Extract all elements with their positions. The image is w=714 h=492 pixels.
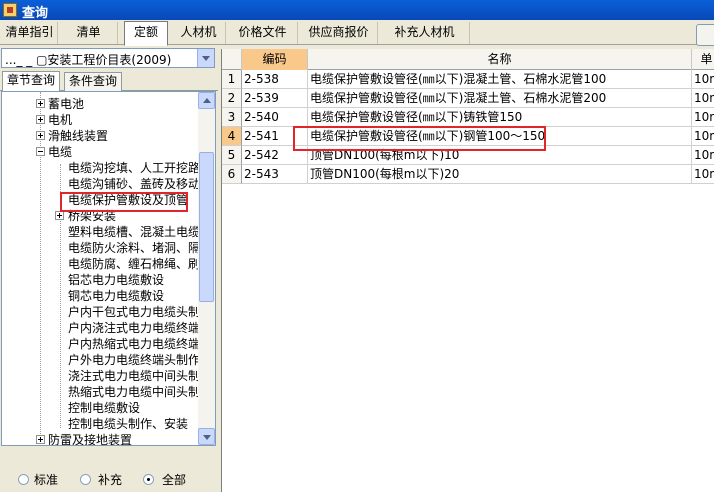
grid-header: 编码 名称 单 (222, 49, 714, 70)
tree-item-label: 电缆 (48, 145, 73, 159)
cell-code: 2-538 (242, 70, 308, 89)
tree-item[interactable]: 铜芯电力电缆敷设 (68, 288, 164, 304)
tab-bill[interactable]: 清单 (60, 22, 118, 44)
expand-icon[interactable] (36, 435, 45, 444)
cell-unit: 10m (692, 108, 714, 127)
chevron-down-icon[interactable] (197, 49, 214, 67)
tree-item[interactable]: 浇注式电力电缆中间头制 (68, 368, 200, 384)
cell-code: 2-540 (242, 108, 308, 127)
tree-item-label: 电机 (48, 113, 73, 127)
tab-chapter-query[interactable]: 章节查询 (2, 71, 61, 92)
scroll-thumb[interactable] (199, 152, 214, 302)
cell-unit: 10m (692, 127, 714, 146)
row-number: 1 (222, 70, 242, 89)
cell-unit: 10m (692, 89, 714, 108)
app-icon (3, 3, 17, 17)
collapse-icon[interactable] (36, 147, 45, 156)
row-number: 3 (222, 108, 242, 127)
header-unit[interactable]: 单 (692, 49, 714, 70)
tree-item[interactable]: 热缩式电力电缆中间头制 (68, 384, 200, 400)
annotation-highlight-box (60, 192, 188, 212)
cell-name: 电缆保护管敷设管径(㎜以下)铸铁管150 (308, 108, 692, 127)
library-select-value: ..._ _ ▢安装工程价目表(2009) (5, 53, 172, 67)
expand-icon[interactable] (36, 131, 45, 140)
cell-code: 2-539 (242, 89, 308, 108)
tab-condition-query[interactable]: 条件查询 (64, 72, 123, 91)
tree-item[interactable]: 户外电力电缆终端头制作 (68, 352, 200, 368)
library-select[interactable]: ..._ _ ▢安装工程价目表(2009) (1, 48, 215, 68)
row-number: 4 (222, 127, 242, 146)
cell-name: 电缆保护管敷设管径(㎜以下)混凝土管、石棉水泥管100 (308, 70, 692, 89)
radio-standard[interactable] (18, 474, 29, 485)
tree-item-label: 防雷及接地装置 (48, 433, 133, 446)
row-number: 5 (222, 146, 242, 165)
expand-icon[interactable] (55, 211, 64, 220)
tree-item[interactable]: 电缆沟铺砂、盖砖及移动 (68, 176, 200, 192)
chapter-tree: 蓄电池 电机 滑触线装置 电缆 电缆沟挖填、人工开挖路 电缆沟铺砂、盖砖及移动 … (1, 91, 216, 446)
radio-all[interactable] (143, 474, 154, 485)
row-number: 6 (222, 165, 242, 184)
scroll-up-icon[interactable] (198, 92, 215, 109)
tree-item[interactable]: 电缆防腐、缠石棉绳、刷 (68, 256, 200, 272)
header-code[interactable]: 编码 (242, 49, 308, 70)
tab-supplementary-materials[interactable]: 补充人材机 (380, 22, 470, 44)
filter-radio-group: 标准 补充 全部 (0, 466, 218, 492)
title-bar: 查询 (0, 0, 714, 21)
window-title: 查询 (22, 6, 49, 21)
tree-item[interactable]: 电缆防火涂料、堵洞、隔 (68, 240, 200, 256)
quota-results-grid: 编码 名称 单 1 2-538 电缆保护管敷设管径(㎜以下)混凝土管、石棉水泥管… (221, 49, 714, 492)
radio-supplement[interactable] (80, 474, 91, 485)
tree-connector-line (40, 92, 41, 442)
cell-name: 电缆保护管敷设管径(㎜以下)混凝土管、石棉水泥管200 (308, 89, 692, 108)
tab-labor-material-machine[interactable]: 人材机 (172, 22, 226, 44)
cell-unit: 10m (692, 70, 714, 89)
tab-supplier-quote[interactable]: 供应商报价 (300, 22, 378, 44)
toolbar-button[interactable] (696, 24, 714, 46)
header-row-number (222, 49, 242, 70)
row-number: 2 (222, 89, 242, 108)
annotation-highlight-box (293, 126, 546, 151)
tab-quota[interactable]: 定额 (124, 21, 168, 46)
tree-item-label: 滑触线装置 (48, 129, 109, 143)
header-name[interactable]: 名称 (308, 49, 692, 70)
tree-scrollbar[interactable] (198, 92, 215, 445)
cell-unit: 10m (692, 165, 714, 184)
radio-supplement-label: 补充 (98, 473, 123, 487)
expand-icon[interactable] (36, 115, 45, 124)
tree-item-label: 蓄电池 (48, 97, 85, 111)
tree-item[interactable]: 电缆沟挖填、人工开挖路 (68, 160, 200, 176)
tree-item[interactable]: 户内热缩式电力电缆终端 (68, 336, 200, 352)
tab-price-file[interactable]: 价格文件 (228, 22, 298, 44)
cell-code: 2-543 (242, 165, 308, 184)
tree-item[interactable]: 控制电缆头制作、安装 (68, 416, 188, 432)
tab-bill-guide[interactable]: 清单指引 (2, 22, 58, 44)
cell-unit: 10m (692, 146, 714, 165)
tree-item[interactable]: 户内干包式电力电缆头制 (68, 304, 200, 320)
radio-standard-label: 标准 (34, 473, 59, 487)
tree-item[interactable]: 铝芯电力电缆敷设 (68, 272, 164, 288)
cell-name: 顶管DN100(每根m以下)20 (308, 165, 692, 184)
tree-item[interactable]: 户内浇注式电力电缆终端 (68, 320, 200, 336)
tree-item[interactable]: 塑料电缆槽、混凝土电缆 (68, 224, 200, 240)
expand-icon[interactable] (36, 99, 45, 108)
query-mode-tabs: 章节查询 条件查询 (0, 71, 218, 92)
scroll-down-icon[interactable] (198, 428, 215, 445)
tree-item[interactable]: 控制电缆敷设 (68, 400, 140, 416)
radio-all-label: 全部 (162, 473, 187, 487)
main-tab-strip: 清单指引 清单 定额 人材机 价格文件 供应商报价 补充人材机 (0, 20, 714, 46)
